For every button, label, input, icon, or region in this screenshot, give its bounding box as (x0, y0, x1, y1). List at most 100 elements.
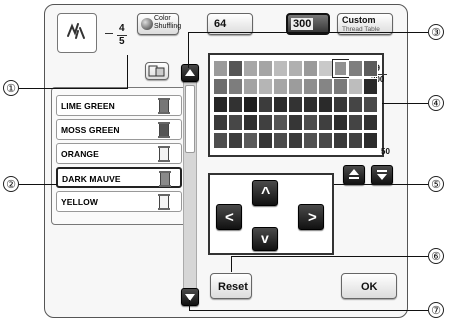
palette-swatch[interactable] (363, 132, 378, 149)
page-current: 4 (119, 23, 125, 34)
palette-swatch[interactable] (318, 114, 333, 131)
palette-swatch[interactable] (348, 96, 363, 113)
reset-button[interactable]: Reset (210, 273, 252, 299)
palette-swatch[interactable] (213, 78, 228, 95)
thread-row[interactable]: ORANGE (56, 143, 182, 164)
thread-row[interactable]: DARK MAUVE (56, 167, 182, 188)
thread-row[interactable]: MOSS GREEN (56, 119, 182, 140)
page-indicator: 4 5 (105, 23, 129, 47)
palette-page-down-button[interactable] (371, 165, 393, 185)
palette-swatch[interactable] (288, 60, 303, 77)
scroll-down-button[interactable] (181, 288, 199, 306)
screen-frame: 4 5 Color Shuffling 64 300 Custom Thread… (44, 4, 408, 318)
palette-swatch[interactable] (288, 132, 303, 149)
palette-swatch[interactable] (213, 132, 228, 149)
palette-swatch[interactable] (228, 132, 243, 149)
leader-4 (382, 103, 428, 104)
palette-swatch[interactable] (333, 96, 348, 113)
palette-swatch[interactable] (228, 114, 243, 131)
palette-swatch[interactable] (318, 132, 333, 149)
palette-64-label: 64 (214, 18, 227, 30)
arrow-up-button[interactable]: ^ (252, 180, 278, 206)
scrollbar-thumb[interactable] (185, 85, 195, 153)
scroll-up-button[interactable] (181, 64, 199, 82)
palette-swatch[interactable] (363, 114, 378, 131)
spool-icon (159, 171, 171, 187)
palette-swatch[interactable] (228, 96, 243, 113)
palette-swatch[interactable] (213, 114, 228, 131)
palette-page-up-button[interactable] (343, 165, 365, 185)
palette-swatch[interactable] (288, 114, 303, 131)
palette-swatch[interactable] (243, 114, 258, 131)
palette-swatch[interactable] (228, 78, 243, 95)
palette-swatch[interactable] (333, 132, 348, 149)
thread-row[interactable]: YELLOW (56, 191, 182, 212)
palette-swatch[interactable] (303, 60, 318, 77)
palette-swatch[interactable] (303, 114, 318, 131)
reset-label: Reset (218, 281, 248, 293)
leader-2 (19, 184, 57, 185)
palette-swatch[interactable] (213, 96, 228, 113)
triangle-down-icon (185, 294, 195, 301)
palette-swatch[interactable] (243, 96, 258, 113)
ok-button[interactable]: OK (341, 273, 397, 299)
palette-swatch[interactable] (243, 60, 258, 77)
palette-swatch[interactable] (258, 114, 273, 131)
spool-change-button[interactable] (145, 62, 169, 80)
palette-swatch[interactable] (363, 78, 378, 95)
palette-swatch[interactable] (363, 96, 378, 113)
palette-swatch[interactable] (273, 96, 288, 113)
spool-icon (158, 122, 170, 138)
palette-swatch[interactable] (303, 78, 318, 95)
page-down-icon (377, 170, 387, 180)
palette-swatch[interactable] (303, 132, 318, 149)
arrow-left-button[interactable]: < (216, 204, 242, 230)
palette-swatch[interactable] (258, 78, 273, 95)
leader-3-v (188, 32, 189, 68)
callout-1: ① (3, 80, 19, 96)
color-shuffling-button[interactable]: Color Shuffling (137, 13, 181, 35)
palette-swatch[interactable] (258, 96, 273, 113)
spool-icon (158, 98, 170, 114)
ok-label: OK (361, 281, 378, 293)
palette-swatch[interactable] (303, 96, 318, 113)
palette-swatch[interactable] (273, 132, 288, 149)
thread-change-icon (148, 65, 165, 77)
design-preview-icon (67, 23, 85, 39)
leader-5 (334, 184, 428, 185)
palette-swatch[interactable] (288, 78, 303, 95)
palette-swatch[interactable] (243, 78, 258, 95)
arrow-down-button[interactable]: v (252, 227, 278, 251)
palette-swatch[interactable] (333, 114, 348, 131)
palette-swatch[interactable] (273, 78, 288, 95)
leader-7 (189, 310, 428, 311)
callout-6: ⑥ (428, 248, 444, 264)
palette-swatch[interactable] (213, 60, 228, 77)
palette-swatch[interactable] (333, 78, 348, 95)
palette-swatch[interactable] (228, 60, 243, 77)
palette-swatch[interactable] (243, 132, 258, 149)
palette-swatch[interactable] (348, 78, 363, 95)
arrow-right-button[interactable]: > (298, 204, 324, 230)
chevron-down-icon: v (261, 230, 269, 246)
palette-swatch[interactable] (258, 60, 273, 77)
palette-swatch[interactable] (273, 60, 288, 77)
thread-row[interactable]: LIME GREEN (56, 95, 182, 116)
palette-swatch[interactable] (363, 60, 378, 77)
palette-swatch[interactable] (348, 114, 363, 131)
palette-swatch[interactable] (318, 96, 333, 113)
palette-swatch[interactable] (318, 60, 333, 77)
palette-swatch[interactable] (273, 114, 288, 131)
palette-swatch[interactable] (258, 132, 273, 149)
chevron-up-icon: ^ (261, 185, 271, 202)
palette-swatch[interactable] (332, 59, 349, 78)
callout-4: ④ (428, 95, 444, 111)
palette-swatch[interactable] (318, 78, 333, 95)
leader-7-v (189, 300, 190, 310)
page-total: 5 (119, 36, 125, 47)
chevron-right-icon: > (308, 209, 317, 226)
palette-swatch[interactable] (348, 60, 363, 77)
spool-icon (158, 146, 170, 162)
palette-swatch[interactable] (348, 132, 363, 149)
palette-swatch[interactable] (288, 96, 303, 113)
